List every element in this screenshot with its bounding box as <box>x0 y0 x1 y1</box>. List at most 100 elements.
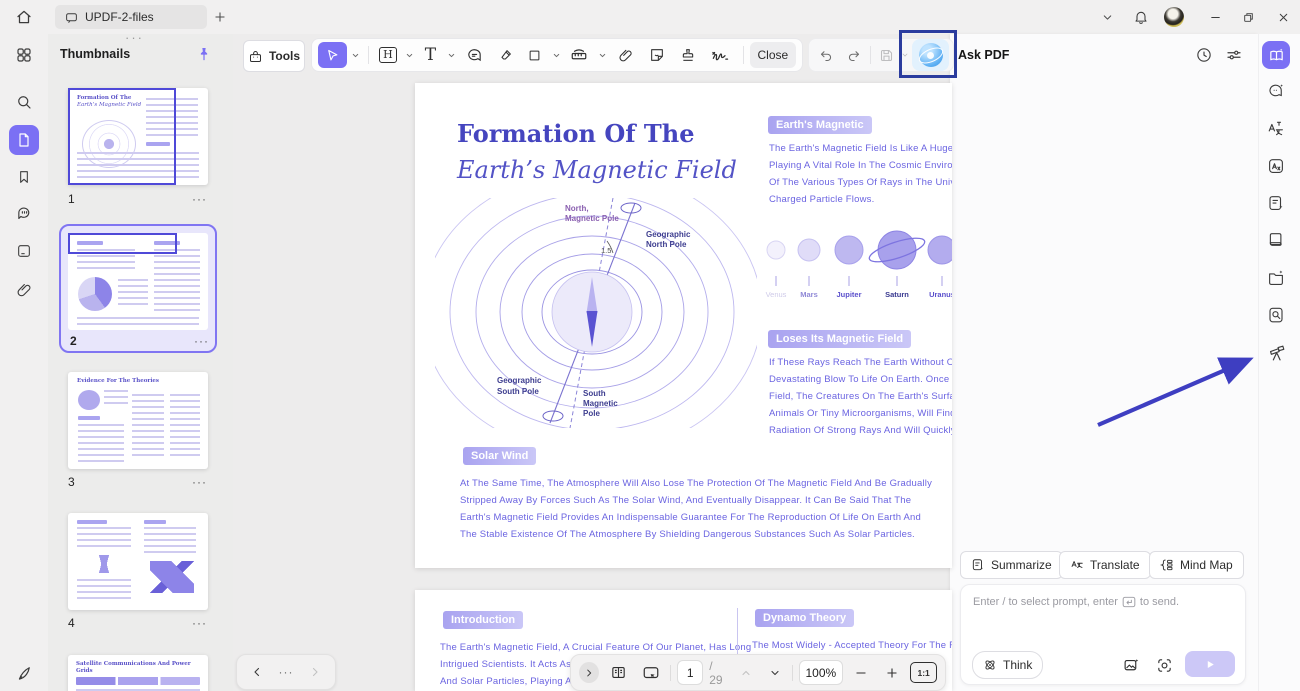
close-icon <box>1277 11 1290 24</box>
signature-tool-button[interactable] <box>704 42 737 68</box>
previous-page-button-disabled[interactable] <box>734 661 757 685</box>
sidebar-item-comments[interactable] <box>12 201 36 225</box>
chevron-up-icon <box>740 667 752 679</box>
document-tab[interactable]: UPDF-2-files <box>55 5 207 29</box>
feedback-pen-button[interactable] <box>12 661 36 685</box>
planets-size-chart: Venus Mars Jupiter Saturn Uranus <box>762 226 952 304</box>
page-layout-button[interactable] <box>605 660 632 686</box>
search-button[interactable] <box>12 90 36 114</box>
attach-tool-button[interactable] <box>611 42 640 68</box>
app-grid-button[interactable] <box>12 43 36 67</box>
titlebar-dropdown-button[interactable] <box>1095 5 1119 29</box>
nav-forward-button-disabled[interactable] <box>307 662 323 682</box>
chevron-down-icon <box>552 51 561 60</box>
paperclip-icon <box>618 47 634 63</box>
mini-table-header <box>76 677 200 685</box>
nav-more-button[interactable]: ··· <box>279 665 294 679</box>
ai-mindmap-button[interactable]: Mind Map <box>1149 551 1244 579</box>
notifications-button[interactable] <box>1129 5 1153 29</box>
chevron-down-icon <box>405 51 414 60</box>
shape-tool-dropdown[interactable] <box>549 42 563 68</box>
measure-tool-dropdown[interactable] <box>596 42 610 68</box>
user-avatar[interactable] <box>1164 7 1184 27</box>
undo-button[interactable] <box>813 42 840 68</box>
select-tool-dropdown[interactable] <box>349 42 363 68</box>
shape-tool-button[interactable] <box>522 42 547 68</box>
close-edit-button[interactable]: Close <box>750 42 796 68</box>
rail-translate-page-button[interactable] <box>1264 154 1288 178</box>
save-button-disabled[interactable] <box>874 42 899 68</box>
ai-translate-button[interactable]: Translate <box>1059 551 1151 579</box>
thumbnail-page-1[interactable]: Formation Of TheEarth’s Magnetic Field <box>68 88 208 185</box>
tab-document-icon <box>65 11 78 24</box>
stamp-tool-button[interactable] <box>673 42 702 68</box>
thumbnail-page-4[interactable] <box>68 513 208 610</box>
thumb-4-menu[interactable]: ··· <box>192 616 207 630</box>
undo-icon <box>819 48 834 63</box>
presentation-mode-button[interactable] <box>638 660 665 686</box>
restore-button[interactable] <box>1236 5 1260 29</box>
minus-icon <box>854 666 868 680</box>
history-clock-button[interactable] <box>1192 43 1216 67</box>
sidebar-item-attachments[interactable] <box>12 277 36 301</box>
ai-screenshot-button[interactable] <box>1152 653 1176 677</box>
comment-tool-button[interactable] <box>461 42 490 68</box>
minimize-button[interactable] <box>1203 5 1227 29</box>
ai-add-image-button[interactable] <box>1119 653 1143 677</box>
home-icon <box>15 8 33 26</box>
actual-size-button[interactable]: 1:1 <box>910 662 937 683</box>
sticker-tool-button[interactable] <box>642 42 671 68</box>
rail-translate-button[interactable] <box>1264 117 1288 141</box>
next-page-button[interactable] <box>763 661 786 685</box>
thumbnail-page-2-selected[interactable]: 2 ··· <box>59 224 217 353</box>
thumbnail-page-3[interactable]: Evidence For The Theories <box>68 372 208 469</box>
rail-file-ai-button[interactable] <box>1264 266 1288 290</box>
tutorial-highlight-box <box>899 30 957 78</box>
pin-panel-button[interactable] <box>193 43 215 65</box>
close-window-button[interactable] <box>1271 5 1295 29</box>
book-sparkle-icon <box>1268 47 1285 64</box>
viewport-rect-page2[interactable] <box>68 233 177 254</box>
page-number-input[interactable] <box>677 660 703 685</box>
sidebar-item-pages[interactable] <box>12 239 36 263</box>
header-tool-dropdown[interactable] <box>402 42 416 68</box>
zoom-in-button[interactable] <box>880 661 905 685</box>
thumb-1-menu[interactable]: ··· <box>192 192 207 206</box>
redo-button[interactable] <box>840 42 867 68</box>
sidebar-item-thumbnails-active[interactable] <box>9 125 39 155</box>
highlighter-icon <box>498 47 514 63</box>
thumb-2-menu[interactable]: ··· <box>194 334 209 348</box>
zoom-out-button[interactable] <box>849 661 874 685</box>
rail-ai-chat-button[interactable] <box>1264 79 1288 103</box>
panel-drag-handle[interactable]: ··· <box>125 30 144 45</box>
new-tab-button[interactable] <box>208 5 232 29</box>
header-tool-button[interactable]: H <box>375 42 400 68</box>
measure-tool-button[interactable] <box>565 42 594 68</box>
thumbnail-page-5[interactable]: Satellite Communications And Power Grids <box>68 655 208 691</box>
tools-button[interactable]: Tools <box>243 40 305 72</box>
ai-think-button[interactable]: Think <box>972 651 1043 679</box>
nav-back-button[interactable] <box>249 662 265 682</box>
collapse-toolbar-button[interactable] <box>579 662 599 683</box>
rail-ai-search-button[interactable] <box>1264 303 1288 327</box>
display-settings-button[interactable] <box>1222 43 1246 67</box>
sidebar-item-bookmarks[interactable] <box>12 165 36 189</box>
ai-summarize-button[interactable]: Summarize <box>960 551 1063 579</box>
text-tool-button[interactable]: T <box>418 42 443 68</box>
select-tool-button-active[interactable] <box>318 42 347 68</box>
label-geo-south-1: Geographic <box>497 376 542 385</box>
ai-send-button-disabled[interactable] <box>1185 651 1235 677</box>
highlighter-tool-button[interactable] <box>491 42 520 68</box>
mindmap-icon <box>1160 558 1174 572</box>
toolbar-divider <box>792 665 793 681</box>
thumb-3-menu[interactable]: ··· <box>192 475 207 489</box>
ai-prompt-card[interactable]: Enter / to select prompt, enter to send.… <box>960 584 1246 685</box>
zoom-level-box[interactable]: 100% <box>799 660 843 685</box>
view-toolbar: / 29 100% 1:1 <box>570 654 946 691</box>
home-button[interactable] <box>12 5 36 29</box>
rail-reader-button[interactable] <box>1264 228 1288 252</box>
text-tool-dropdown[interactable] <box>445 42 459 68</box>
ai-reader-button-active[interactable] <box>1262 41 1290 69</box>
rail-summarize-button[interactable] <box>1264 191 1288 215</box>
viewport-rect-page1[interactable] <box>68 88 176 185</box>
